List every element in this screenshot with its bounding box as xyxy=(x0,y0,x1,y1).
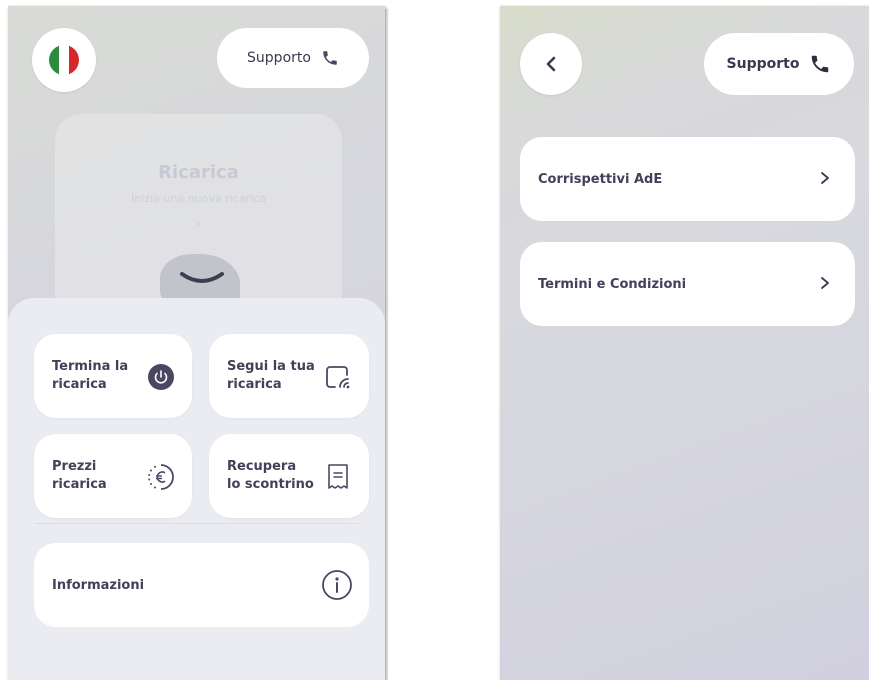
information-label: Informazioni xyxy=(52,577,145,593)
charging-card: Ricarica Inizia una nuova ricarica › xyxy=(55,114,342,324)
track-charging-label-line1: Segui la tua xyxy=(227,359,315,375)
recover-receipt-button[interactable]: Recupera lo scontrino xyxy=(209,434,369,518)
live-charging-icon xyxy=(326,366,350,389)
list-item-corrispettivi[interactable]: Corrispettivi AdE xyxy=(520,137,855,221)
information-screen: Supporto Corrispettivi AdE Termini e Con… xyxy=(500,6,869,680)
receipt-icon xyxy=(328,464,348,489)
list-item-termini[interactable]: Termini e Condizioni xyxy=(520,242,855,326)
chevron-right-icon xyxy=(821,277,829,289)
divider xyxy=(34,523,359,524)
info-icon xyxy=(322,570,352,600)
stop-charging-label-line2: ricarica xyxy=(52,377,107,392)
support-button[interactable]: Supporto xyxy=(217,28,369,88)
track-charging-button[interactable]: Segui la tua ricarica xyxy=(209,334,369,418)
stop-charging-label-line1: Termina la xyxy=(52,359,129,375)
track-charging-label-line2: ricarica xyxy=(227,377,282,392)
chevron-left-icon xyxy=(546,56,556,72)
phone-icon xyxy=(812,55,829,73)
charging-card-title: Ricarica xyxy=(158,162,239,183)
charging-prices-label-line2: ricarica xyxy=(52,477,107,492)
recover-receipt-label-line2: lo scontrino xyxy=(227,477,314,492)
euro-icon xyxy=(148,464,174,490)
support-label: Supporto xyxy=(726,56,800,72)
charging-prices-button[interactable]: Prezzi ricarica xyxy=(34,434,192,518)
main-screen: Supporto Ricarica Inizia una nuova ricar… xyxy=(8,6,385,680)
recover-receipt-label-line1: Recupera xyxy=(227,459,297,475)
actions-sheet: Termina la ricarica Segui la tua ricarica xyxy=(8,272,385,680)
list-item-label: Termini e Condizioni xyxy=(538,276,687,292)
power-icon xyxy=(148,364,174,390)
stop-charging-label: Termina la ricarica xyxy=(52,334,148,418)
stop-charging-button[interactable]: Termina la ricarica xyxy=(34,334,192,418)
italy-flag-icon xyxy=(49,45,79,75)
charging-card-subtitle: Inizia una nuova ricarica xyxy=(131,192,266,205)
chevron-right-icon: › xyxy=(195,216,202,232)
chevron-right-icon xyxy=(821,172,829,184)
list-item-label: Corrispettivi AdE xyxy=(538,171,663,187)
charging-prices-label-line1: Prezzi xyxy=(52,459,97,475)
language-button[interactable] xyxy=(32,28,96,92)
charging-prices-label: Prezzi ricarica xyxy=(52,434,148,518)
information-button[interactable]: Informazioni xyxy=(34,543,369,627)
support-button[interactable]: Supporto xyxy=(704,33,854,95)
track-charging-label: Segui la tua ricarica xyxy=(227,334,323,418)
back-button[interactable] xyxy=(520,33,582,95)
support-label: Supporto xyxy=(247,50,311,66)
recover-receipt-label: Recupera lo scontrino xyxy=(227,434,323,518)
collapse-handle-icon[interactable] xyxy=(178,268,226,288)
phone-icon xyxy=(323,51,337,65)
